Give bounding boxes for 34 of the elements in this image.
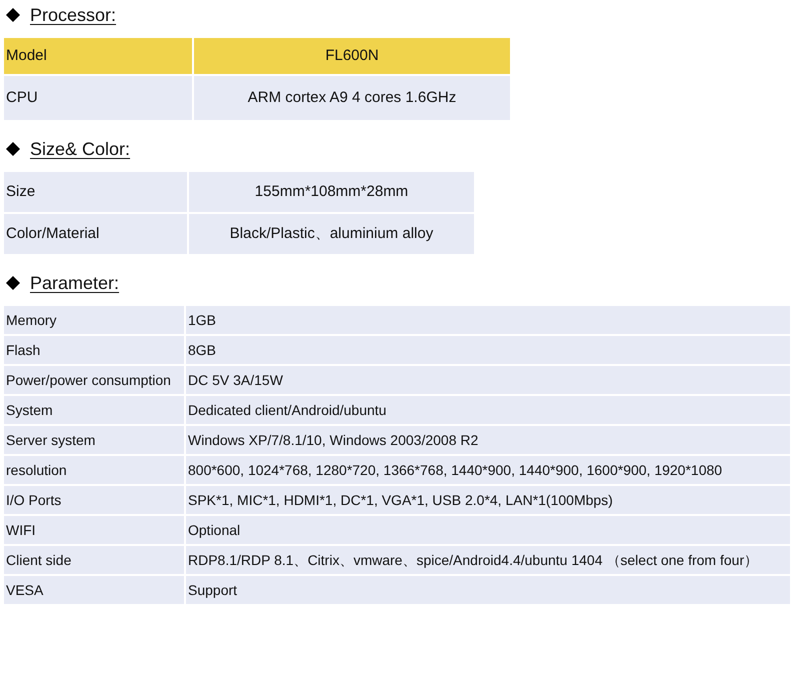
- label-cell: Color/Material: [4, 214, 187, 254]
- label-cell: VESA: [4, 576, 184, 604]
- value-cell: Dedicated client/Android/ubuntu: [186, 396, 790, 424]
- value-cell: Optional: [186, 516, 790, 544]
- label-cell: Flash: [4, 336, 184, 364]
- label-cell: Power/power consumption: [4, 366, 184, 394]
- value-cell: SPK*1, MIC*1, HDMI*1, DC*1, VGA*1, USB 2.0*4, LAN*1(100Mbps): [186, 486, 790, 514]
- section-heading: Parameter:: [30, 272, 120, 294]
- label-cell: I/O Ports: [4, 486, 184, 514]
- label-cell: CPU: [4, 76, 192, 120]
- label-cell: resolution: [4, 456, 184, 484]
- diamond-icon: [6, 8, 20, 22]
- label-cell: Client side: [4, 546, 184, 574]
- value-cell: FL600N: [194, 38, 510, 74]
- value-cell: Support: [186, 576, 790, 604]
- value-cell: DC 5V 3A/15W: [186, 366, 790, 394]
- value-cell: RDP8.1/RDP 8.1、Citrix、vmware、spice/Android4.4/ubuntu 1404 （select one from four）: [186, 546, 790, 574]
- value-cell: 1GB: [186, 306, 790, 334]
- section-heading: Size& Color:: [30, 138, 130, 160]
- label-cell: Server system: [4, 426, 184, 454]
- label-cell: System: [4, 396, 184, 424]
- diamond-icon: [6, 276, 20, 290]
- value-cell: Black/Plastic、aluminium alloy: [189, 214, 474, 254]
- label-cell: WIFI: [4, 516, 184, 544]
- value-cell: ARM cortex A9 4 cores 1.6GHz: [194, 76, 510, 120]
- value-cell: 800*600, 1024*768, 1280*720, 1366*768, 1440*900, 1440*900, 1600*900, 1920*1080: [186, 456, 790, 484]
- value-cell: 8GB: [186, 336, 790, 364]
- value-cell: 155mm*108mm*28mm: [189, 172, 474, 212]
- value-cell: Windows XP/7/8.1/10, Windows 2003/2008 R2: [186, 426, 790, 454]
- label-cell: Size: [4, 172, 187, 212]
- section-heading: Processor:: [30, 4, 116, 26]
- label-cell: Memory: [4, 306, 184, 334]
- diamond-icon: [6, 142, 20, 156]
- label-cell: Model: [4, 38, 192, 74]
